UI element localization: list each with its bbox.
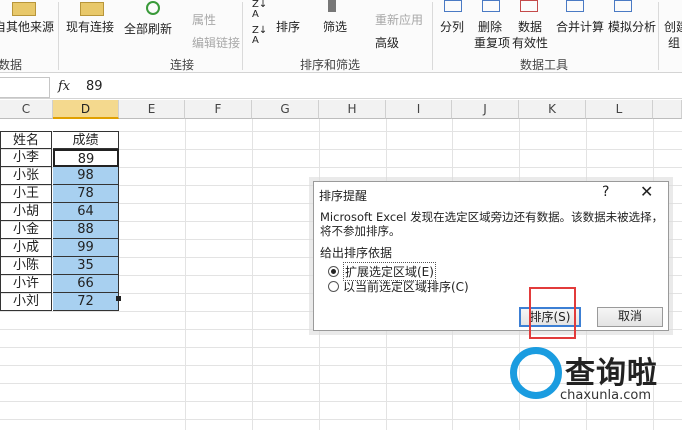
sort-button[interactable]: 排序 [276,18,300,35]
existing-connections-button[interactable]: 现有连接 [66,18,114,35]
consolidate-button[interactable]: 合并计算 [556,18,604,35]
column-header-f[interactable]: F [185,100,252,119]
watermark-url: chaxunla.com [560,388,651,403]
consolidate-icon [566,0,584,12]
sort-za-icon: Z↓ A [252,25,268,46]
name-cell[interactable]: 小王 [0,185,52,203]
column-header-j[interactable]: J [452,100,519,119]
filter-button[interactable]: 筛选 [323,18,347,35]
column-header-k[interactable]: K [519,100,586,119]
dialog-title: 排序提醒 [319,189,368,203]
remove-duplicates-button-line2[interactable]: 重复项 [474,34,510,51]
sort-warning-dialog: 排序提醒 ? ✕ Microsoft Excel 发现在选定区域旁边还有数据。该… [313,181,669,331]
group-label-data: 数据 [0,58,23,72]
name-cell[interactable]: 小刘 [0,293,52,311]
other-sources-icon [12,2,36,16]
column-header-g[interactable]: G [252,100,319,119]
existing-connections-icon [80,2,104,16]
column-header-d[interactable]: D [53,100,119,119]
remove-duplicates-button[interactable]: 删除 [478,18,502,35]
score-cell[interactable]: 66 [53,275,119,293]
help-icon[interactable]: ? [602,184,609,200]
current-selection-label: 以当前选定区域排序(C) [343,280,469,294]
formula-input[interactable]: 89 [86,79,103,94]
properties-button[interactable]: 属性 [192,11,216,28]
edit-links-button[interactable]: 编辑链接 [192,34,240,51]
current-selection-option[interactable]: 以当前选定区域排序(C) [328,278,469,295]
cancel-button[interactable]: 取消 [597,307,663,327]
score-cell[interactable]: 88 [53,221,119,239]
chaxunla-logo-icon [510,347,562,399]
create-group-button-line2[interactable]: 组 [668,34,680,51]
refresh-all-button[interactable]: 全部刷新 [124,20,172,37]
data-validation-icon [520,0,538,12]
radio-selected-icon[interactable] [328,266,339,277]
score-cell[interactable]: 72 [53,293,119,311]
highlight-box [529,287,576,339]
column-header-h[interactable]: H [319,100,386,119]
radio-icon[interactable] [328,281,339,292]
text-to-columns-button[interactable]: 分列 [440,18,464,35]
ribbon: Z↓ A Z↓ A 自其他来源 现有连接 全部刷新 属性 编辑链接 排序 筛选 重新… [0,0,682,73]
name-cell[interactable]: 小张 [0,167,52,185]
name-cell[interactable]: 小金 [0,221,52,239]
sort-basis-label: 给出排序依据 [320,246,393,260]
name-cell[interactable]: 小陈 [0,257,52,275]
score-cell[interactable]: 64 [53,203,119,221]
ribbon-separator [242,2,243,70]
data-validation-button[interactable]: 数据 [518,18,542,35]
ribbon-separator [658,2,659,70]
ribbon-separator [58,2,59,70]
what-if-icon [614,0,632,12]
name-cell[interactable]: 小李 [0,149,52,167]
score-cell[interactable]: 99 [53,239,119,257]
column-header-i[interactable]: I [386,100,452,119]
function-icon[interactable]: fx [58,79,70,94]
formula-bar: fx 89 [0,77,682,99]
text-to-columns-icon [444,0,462,12]
ribbon-separator [432,2,433,70]
header-cell-score[interactable]: 成绩 [53,131,119,149]
column-header-c[interactable]: C [0,100,53,119]
name-cell[interactable]: 小成 [0,239,52,257]
data-validation-button-line2[interactable]: 有效性 [512,34,548,51]
create-group-button[interactable]: 创建 [664,18,682,35]
score-cell[interactable]: 98 [53,167,119,185]
dialog-message: Microsoft Excel 发现在选定区域旁边还有数据。该数据未被选择，将不… [320,210,664,238]
what-if-analysis-button[interactable]: 模拟分析 [608,18,656,35]
filter-icon [328,0,336,12]
advanced-button[interactable]: 高级 [375,34,399,51]
column-header-m[interactable] [653,100,682,119]
watermark-text: 查询啦 [565,356,658,391]
column-header-e[interactable]: E [119,100,185,119]
name-cell[interactable]: 小胡 [0,203,52,221]
score-cell[interactable]: 78 [53,185,119,203]
fill-handle[interactable] [116,296,121,301]
group-label-sort-filter: 排序和筛选 [300,58,361,72]
grid-line [0,419,682,420]
header-cell-name[interactable]: 姓名 [0,131,52,149]
refresh-all-icon [146,1,160,15]
group-label-connections: 连接 [170,58,195,72]
group-label-data-tools: 数据工具 [520,58,569,72]
remove-duplicates-icon [482,0,500,12]
sort-az-icon: Z↓ A [252,0,268,20]
score-cell[interactable]: 35 [53,257,119,275]
column-header-l[interactable]: L [586,100,653,119]
from-other-sources-button[interactable]: 自其他来源 [0,18,54,35]
reapply-button[interactable]: 重新应用 [375,11,423,28]
score-cell-active[interactable]: 89 [53,149,119,167]
name-cell[interactable]: 小许 [0,275,52,293]
name-box[interactable] [0,77,50,98]
close-icon[interactable]: ✕ [640,182,653,201]
